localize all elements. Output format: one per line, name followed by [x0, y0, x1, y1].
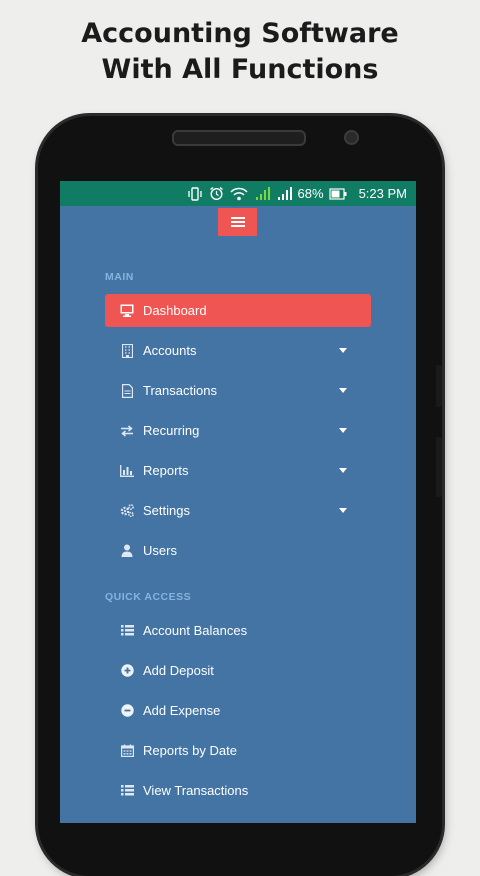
plus-circle-icon [120, 664, 134, 678]
menu-item-label: Accounts [143, 343, 197, 358]
menu-item-label: Users [143, 543, 177, 558]
phone-screen: 68% 5:23 PM MAIN Dashboard Accounts Tran… [60, 181, 416, 823]
section-main-heading: MAIN [105, 271, 134, 283]
menu-item-users[interactable]: Users [105, 534, 371, 567]
monitor-icon [120, 304, 134, 318]
power-button [436, 437, 442, 497]
battery-icon [328, 187, 347, 200]
caret-down-icon [339, 468, 347, 473]
menu-item-recurring[interactable]: Recurring [105, 414, 371, 447]
signal-icon [276, 186, 292, 201]
menu-item-add-deposit[interactable]: Add Deposit [105, 654, 371, 687]
menu-item-account-balances[interactable]: Account Balances [105, 614, 371, 647]
menu-item-dashboard[interactable]: Dashboard [105, 294, 371, 327]
user-icon [120, 544, 134, 558]
caret-down-icon [339, 348, 347, 353]
section-quick-access-heading: QUICK ACCESS [105, 591, 192, 603]
menu-item-settings[interactable]: Settings [105, 494, 371, 527]
menu-item-add-expense[interactable]: Add Expense [105, 694, 371, 727]
menu-item-label: Dashboard [143, 303, 207, 318]
menu-item-label: Reports [143, 463, 189, 478]
menu-item-reports[interactable]: Reports [105, 454, 371, 487]
menu-item-label: Settings [143, 503, 190, 518]
menu-item-label: View Transactions [143, 783, 249, 798]
document-icon [120, 383, 134, 398]
vibrate-icon [187, 186, 203, 201]
bar-chart-icon [120, 464, 134, 478]
menu-item-label: Transactions [143, 383, 217, 398]
wifi-icon [230, 187, 248, 201]
alarm-icon [209, 186, 224, 201]
menu-item-label: Add Deposit [143, 663, 214, 678]
exchange-icon [120, 424, 134, 438]
speaker-grille [172, 130, 306, 146]
menu-item-view-transactions[interactable]: View Transactions [105, 774, 371, 807]
headline: Accounting Software With All Functions [0, 16, 480, 88]
status-bar: 68% 5:23 PM [60, 181, 416, 206]
building-icon [120, 343, 134, 358]
menu-toggle-button[interactable] [218, 208, 257, 236]
clock: 5:23 PM [358, 186, 407, 201]
list-icon [120, 784, 134, 798]
caret-down-icon [339, 388, 347, 393]
front-camera [344, 130, 359, 145]
headline-line-2: With All Functions [101, 54, 379, 85]
menu-item-label: Reports by Date [143, 743, 237, 758]
caret-down-icon [339, 428, 347, 433]
menu-item-accounts[interactable]: Accounts [105, 334, 371, 367]
hamburger-icon [230, 217, 245, 227]
menu-item-label: Account Balances [143, 623, 248, 638]
calendar-icon [120, 744, 134, 758]
menu-item-label: Add Expense [143, 703, 221, 718]
signal-4g-icon [254, 186, 270, 201]
menu-item-reports-by-date[interactable]: Reports by Date [105, 734, 371, 767]
list-icon [120, 624, 134, 638]
minus-circle-icon [120, 704, 134, 718]
cogs-icon [120, 504, 134, 518]
battery-percent: 68% [297, 186, 324, 201]
volume-button [436, 365, 442, 407]
headline-line-1: Accounting Software [81, 18, 399, 49]
caret-down-icon [339, 508, 347, 513]
menu-item-label: Recurring [143, 423, 200, 438]
menu-item-transactions[interactable]: Transactions [105, 374, 371, 407]
